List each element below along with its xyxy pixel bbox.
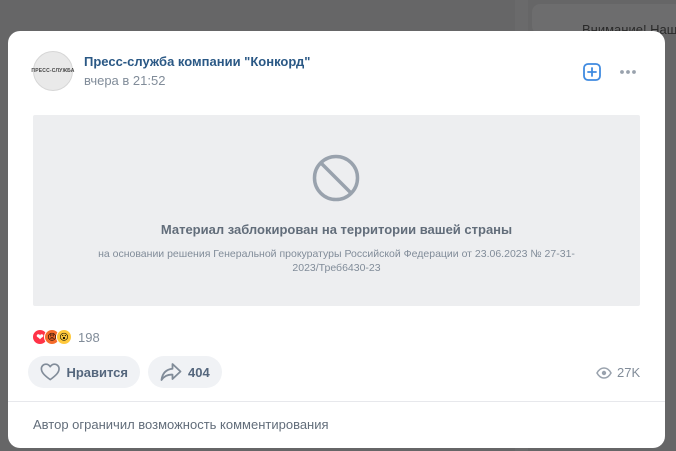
blocked-reason: на основании решения Генеральной прокура… bbox=[98, 248, 575, 274]
blocked-title: Материал заблокирован на территории ваше… bbox=[160, 222, 513, 237]
like-label: Нравится bbox=[66, 364, 128, 380]
avatar[interactable]: ПРЕСС-СЛУЖБА bbox=[31, 51, 75, 91]
eye-icon bbox=[596, 366, 612, 379]
more-button[interactable] bbox=[617, 62, 639, 82]
avatar-logo: ПРЕСС-СЛУЖБА bbox=[31, 68, 75, 74]
comments-disabled-note: Автор ограничил возможность комментирова… bbox=[33, 417, 329, 432]
share-count: 404 bbox=[188, 364, 210, 380]
blocked-icon bbox=[312, 154, 360, 202]
post-author[interactable]: Пресс-служба компании "Конкорд" bbox=[84, 54, 310, 69]
post-modal: ПРЕСС-СЛУЖБА Пресс-служба компании "Конк… bbox=[8, 31, 665, 448]
blocked-content: Материал заблокирован на территории ваше… bbox=[33, 115, 640, 306]
views-count: 27K bbox=[617, 365, 641, 380]
heart-icon bbox=[40, 363, 60, 381]
share-button[interactable]: 404 bbox=[148, 356, 222, 388]
reactions-summary[interactable]: ❤ 😡 😮 198 bbox=[32, 328, 100, 346]
wow-reaction-icon: 😮 bbox=[56, 329, 72, 345]
post-time[interactable]: вчера в 21:52 bbox=[84, 73, 165, 88]
share-icon bbox=[160, 363, 182, 381]
plus-square-icon bbox=[583, 63, 601, 81]
views-counter: 27K bbox=[596, 365, 640, 380]
add-button[interactable] bbox=[582, 62, 602, 82]
divider bbox=[8, 401, 665, 402]
more-dots-icon bbox=[620, 70, 636, 74]
reactions-count: 198 bbox=[78, 329, 100, 345]
like-button[interactable]: Нравится bbox=[28, 356, 140, 388]
